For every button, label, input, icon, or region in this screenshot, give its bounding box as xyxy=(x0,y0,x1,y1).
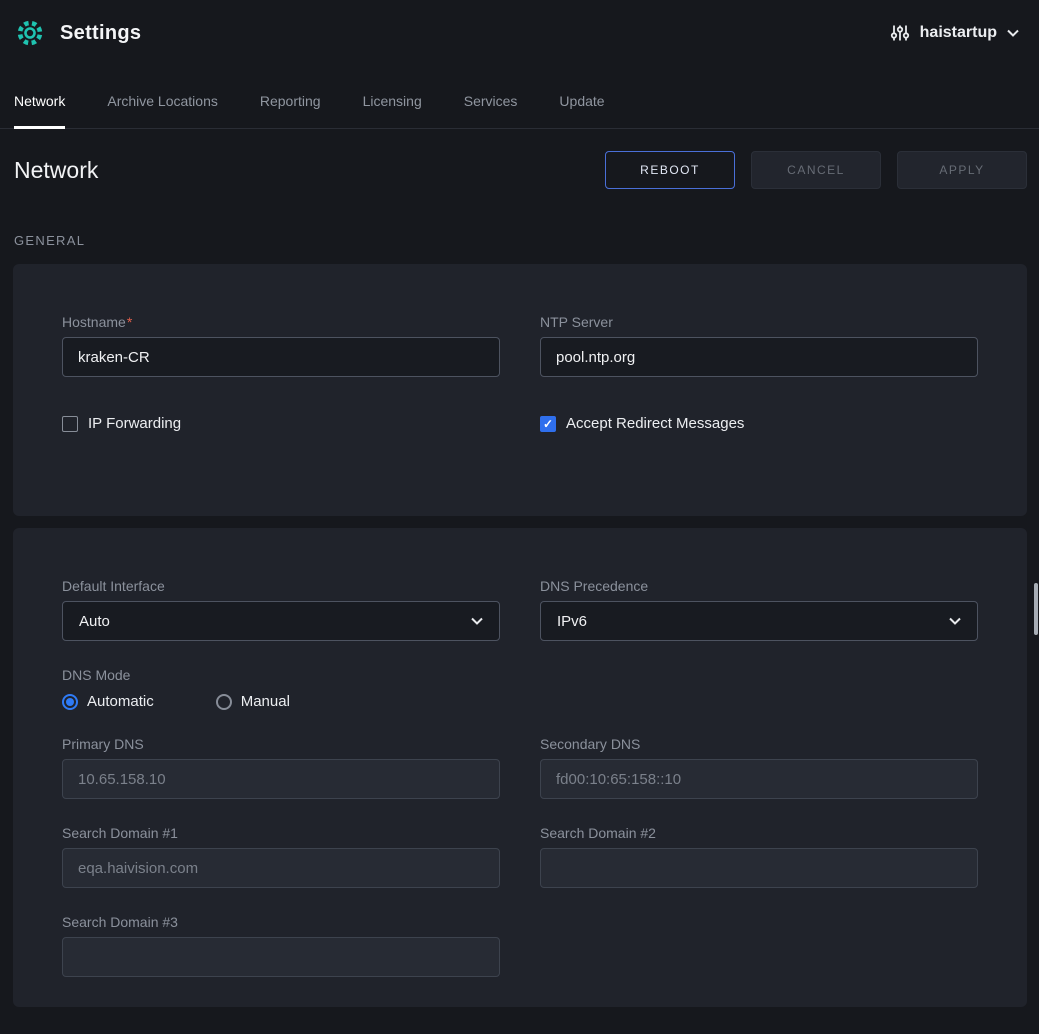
required-asterisk: * xyxy=(127,314,132,330)
primary-dns-input[interactable] xyxy=(62,759,500,799)
search-domain-2-label: Search Domain #2 xyxy=(540,825,978,841)
search-domain-2-field-group: Search Domain #2 xyxy=(540,825,978,888)
hostname-label-text: Hostname xyxy=(62,314,126,330)
tab-licensing[interactable]: Licensing xyxy=(363,78,422,129)
network-card: Default Interface Auto DNS Precedence IP… xyxy=(13,528,1027,1007)
dns-mode-automatic-label: Automatic xyxy=(87,693,154,710)
dns-mode-group: DNS Mode Automatic Manual xyxy=(62,667,978,710)
search-domain-1-field-group: Search Domain #1 xyxy=(62,825,500,888)
secondary-dns-label: Secondary DNS xyxy=(540,736,978,752)
tab-network[interactable]: Network xyxy=(14,78,65,129)
default-interface-value: Auto xyxy=(79,613,110,630)
tab-services[interactable]: Services xyxy=(464,78,518,129)
app-logo-gear-icon xyxy=(14,17,46,49)
apply-button[interactable]: APPLY xyxy=(897,151,1027,189)
hostname-label: Hostname* xyxy=(62,314,500,330)
settings-tab-bar: Network Archive Locations Reporting Lice… xyxy=(0,78,1039,129)
dns-mode-label: DNS Mode xyxy=(62,667,978,683)
ntp-server-label: NTP Server xyxy=(540,314,978,330)
sliders-icon xyxy=(890,23,910,43)
app-header: Settings haistartup xyxy=(0,0,1039,66)
page-title: Network xyxy=(14,157,98,184)
action-buttons: REBOOT CANCEL APPLY xyxy=(605,151,1027,189)
general-card: Hostname* NTP Server IP Forwarding Accep… xyxy=(13,264,1027,516)
primary-dns-label: Primary DNS xyxy=(62,736,500,752)
tab-archive-locations[interactable]: Archive Locations xyxy=(107,78,218,129)
dns-mode-automatic-radio[interactable]: Automatic xyxy=(62,693,154,710)
ntp-server-input[interactable] xyxy=(540,337,978,377)
search-domain-3-input[interactable] xyxy=(62,937,500,977)
chevron-down-icon xyxy=(471,617,483,625)
search-domain-3-label: Search Domain #3 xyxy=(62,914,500,930)
dns-mode-radio-row: Automatic Manual xyxy=(62,693,978,710)
chevron-down-icon xyxy=(949,617,961,625)
cancel-button[interactable]: CANCEL xyxy=(751,151,881,189)
accept-redirect-label: Accept Redirect Messages xyxy=(566,415,744,432)
page-head: Network REBOOT CANCEL APPLY xyxy=(0,129,1039,189)
search-domain-2-input[interactable] xyxy=(540,848,978,888)
chevron-down-icon xyxy=(1007,29,1019,37)
radio-icon[interactable] xyxy=(62,694,78,710)
default-interface-label: Default Interface xyxy=(62,578,500,594)
search-domain-1-input[interactable] xyxy=(62,848,500,888)
dns-precedence-select[interactable]: IPv6 xyxy=(540,601,978,641)
tab-update[interactable]: Update xyxy=(559,78,604,129)
account-name: haistartup xyxy=(920,24,997,42)
scrollbar-thumb[interactable] xyxy=(1034,583,1038,635)
dns-precedence-value: IPv6 xyxy=(557,613,587,630)
hostname-input[interactable] xyxy=(62,337,500,377)
accept-redirect-checkbox[interactable]: Accept Redirect Messages xyxy=(540,415,978,432)
page-header-title: Settings xyxy=(60,22,141,45)
secondary-dns-field-group: Secondary DNS xyxy=(540,736,978,799)
primary-dns-field-group: Primary DNS xyxy=(62,736,500,799)
account-menu[interactable]: haistartup xyxy=(890,23,1019,43)
dns-mode-manual-radio[interactable]: Manual xyxy=(216,693,290,710)
search-domain-3-field-group: Search Domain #3 xyxy=(62,914,500,977)
reboot-button[interactable]: REBOOT xyxy=(605,151,735,189)
general-section-label: GENERAL xyxy=(14,233,1039,248)
hostname-field-group: Hostname* xyxy=(62,314,500,377)
tab-reporting[interactable]: Reporting xyxy=(260,78,321,129)
checkbox-icon[interactable] xyxy=(62,416,78,432)
dns-precedence-label: DNS Precedence xyxy=(540,578,978,594)
search-domain-1-label: Search Domain #1 xyxy=(62,825,500,841)
default-interface-select[interactable]: Auto xyxy=(62,601,500,641)
header-left: Settings xyxy=(14,17,141,49)
radio-icon[interactable] xyxy=(216,694,232,710)
secondary-dns-input[interactable] xyxy=(540,759,978,799)
default-interface-field-group: Default Interface Auto xyxy=(62,578,500,641)
ip-forwarding-label: IP Forwarding xyxy=(88,415,181,432)
ip-forwarding-checkbox[interactable]: IP Forwarding xyxy=(62,415,500,432)
checkbox-icon[interactable] xyxy=(540,416,556,432)
ntp-server-field-group: NTP Server xyxy=(540,314,978,377)
dns-mode-manual-label: Manual xyxy=(241,693,290,710)
dns-precedence-field-group: DNS Precedence IPv6 xyxy=(540,578,978,641)
